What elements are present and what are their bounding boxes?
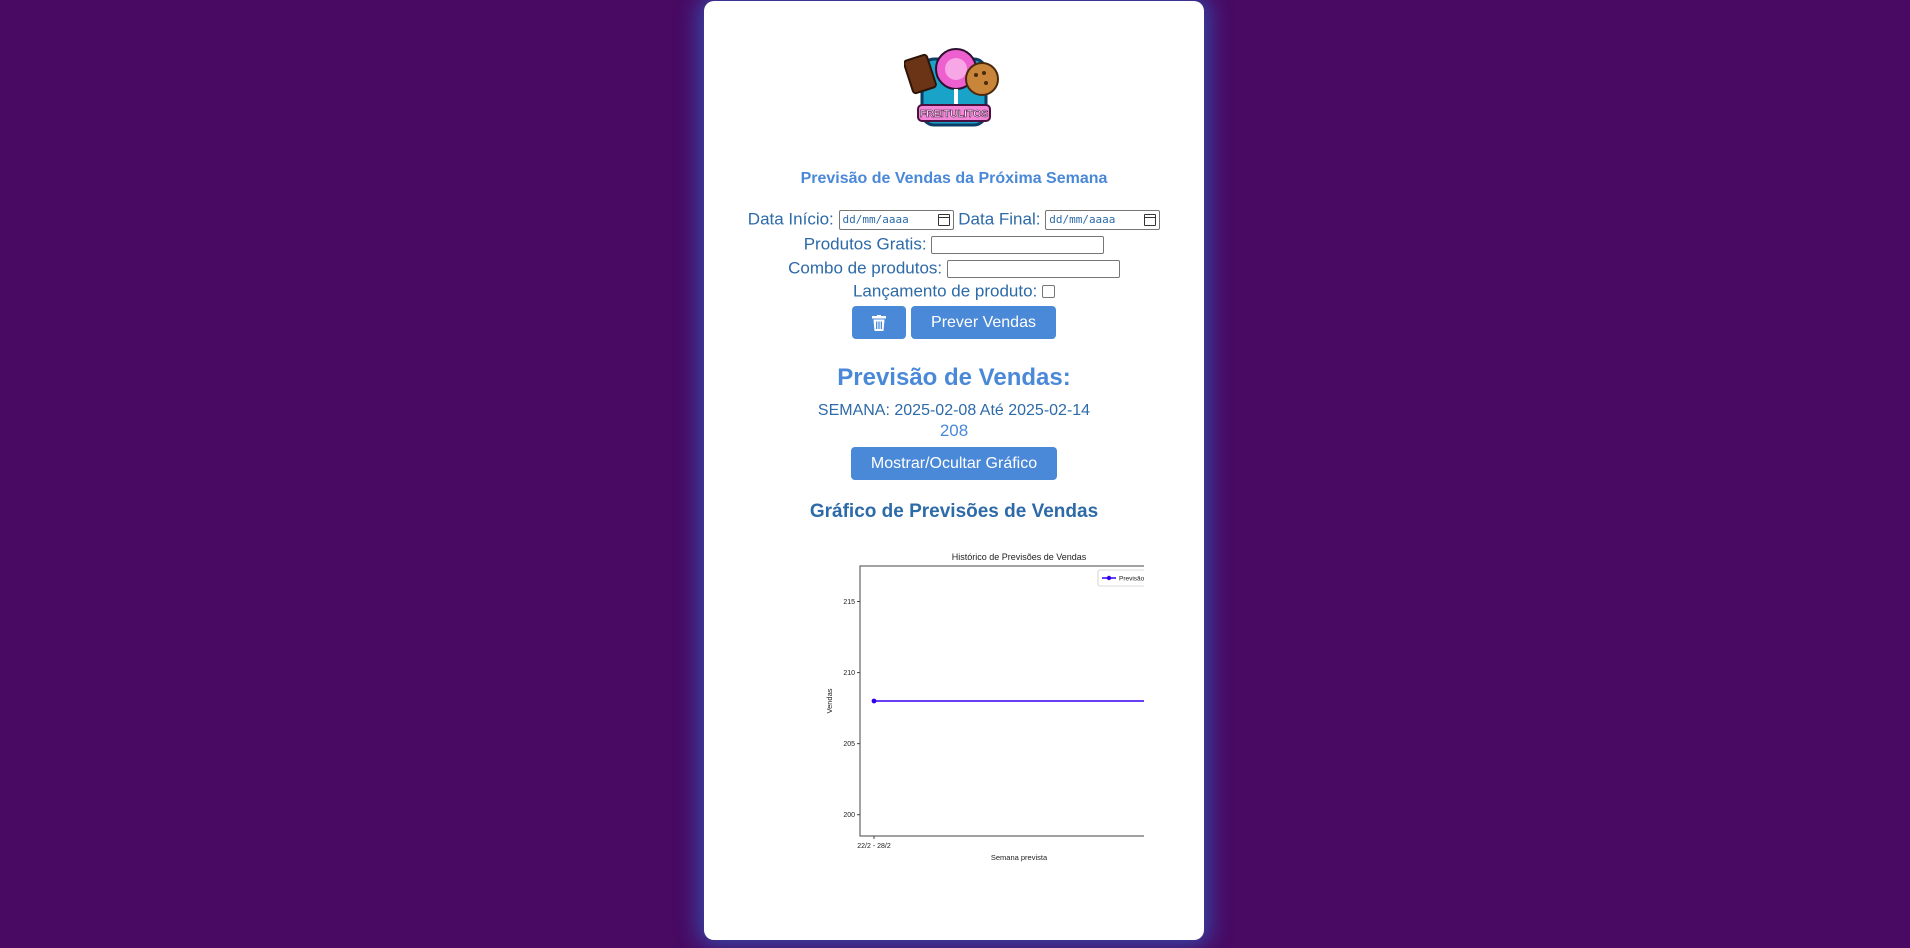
legend-marker	[1106, 575, 1112, 581]
form-heading: Previsão de Vendas da Próxima Semana	[800, 170, 1108, 187]
free-products-label: Produtos Gratis:	[803, 234, 927, 254]
free-products-input[interactable]	[931, 235, 1105, 254]
start-date-placeholder: dd/mm/aaaa	[842, 212, 909, 226]
launch-label: Lançamento de produto:	[852, 281, 1038, 301]
end-date-placeholder: dd/mm/aaaa	[1049, 212, 1116, 226]
date-row: Data Início: dd/mm/aaaa Data Final: dd/m…	[704, 209, 1204, 230]
calendar-icon[interactable]	[937, 213, 950, 226]
logo-text: FREITULITOS	[920, 108, 989, 120]
combo-label: Combo de produtos:	[788, 258, 943, 278]
start-date-input[interactable]: dd/mm/aaaa	[838, 209, 954, 230]
combo-input[interactable]	[946, 259, 1120, 278]
predict-button[interactable]: Prever Vendas	[911, 306, 1056, 339]
x-tick-label: 22/2 - 28/2	[857, 843, 891, 850]
sales-line-chart: Histórico de Previsões de Vendas 200 205 21…	[825, 552, 1144, 862]
launch-row: Lançamento de produto:	[704, 281, 1204, 302]
y-tick-label: 205	[843, 741, 855, 748]
end-date-label: Data Final:	[958, 209, 1041, 229]
candy-logo: FREITULITOS	[904, 48, 999, 127]
toggle-chart-button[interactable]: Mostrar/Ocultar Gráfico	[851, 447, 1057, 480]
week-text: SEMANA: 2025-02-08 Até 2025-02-14	[817, 402, 1091, 419]
combo-row: Combo de produtos:	[704, 258, 1204, 279]
prediction-value: 208	[939, 421, 969, 440]
y-tick-label: 210	[843, 670, 855, 677]
clear-button[interactable]	[852, 306, 906, 339]
y-tick-label: 215	[843, 599, 855, 606]
start-date-label: Data Início:	[747, 209, 834, 229]
launch-checkbox[interactable]	[1042, 285, 1056, 299]
end-date-input[interactable]: dd/mm/aaaa	[1045, 209, 1161, 230]
x-axis-label: Semana prevista	[991, 853, 1048, 862]
chart-heading: Gráfico de Previsões de Vendas	[809, 501, 1099, 522]
y-tick-label: 200	[843, 812, 855, 819]
legend-label: Previsão de Vendas	[1119, 576, 1144, 583]
data-point	[871, 698, 877, 704]
chart-title: Histórico de Previsões de Vendas	[952, 552, 1087, 562]
calendar-icon[interactable]	[1144, 213, 1157, 226]
result-heading: Previsão de Vendas:	[837, 364, 1071, 391]
trash-icon	[872, 315, 886, 331]
free-products-row: Produtos Gratis:	[704, 234, 1204, 255]
y-axis-label: Vendas	[825, 688, 834, 713]
main-card: FREITULITOS Previsão de Vendas da Próxim…	[704, 1, 1204, 940]
